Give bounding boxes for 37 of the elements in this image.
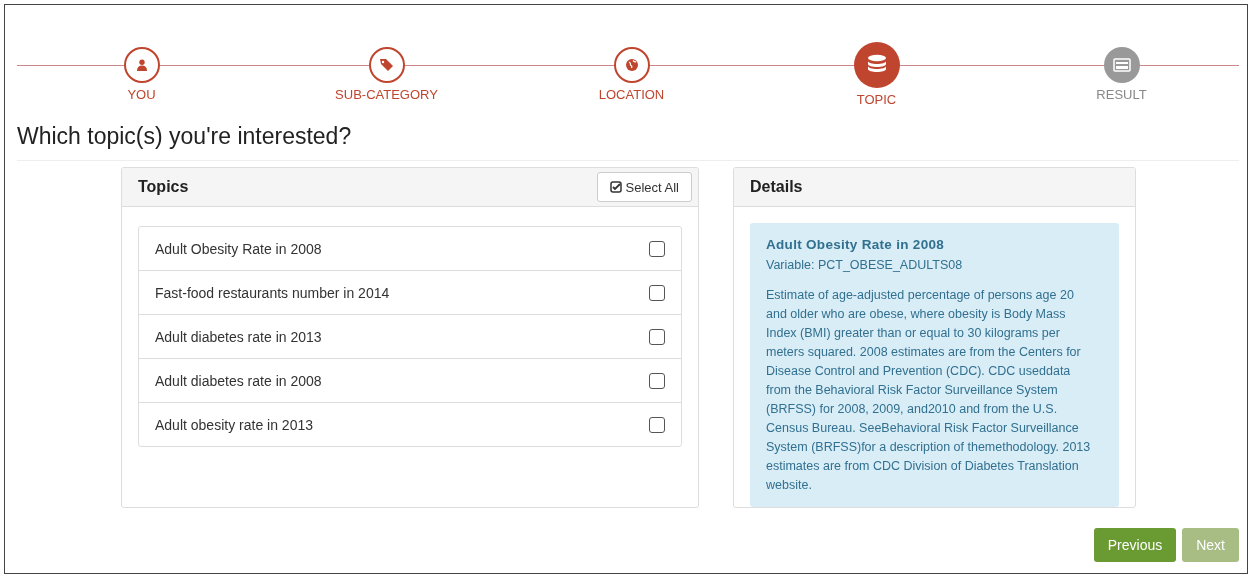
step-circle[interactable]: [613, 47, 650, 83]
topic-row[interactable]: Adult obesity rate in 2013: [139, 402, 681, 446]
user-icon: [135, 59, 148, 71]
step-label: TOPIC: [856, 92, 897, 107]
tag-icon: [378, 58, 395, 72]
checkbox[interactable]: [649, 416, 665, 433]
topic-name: Adult Obesity Rate in 2008: [766, 237, 946, 252]
checkbox[interactable]: [649, 284, 665, 301]
topic-description: Estimate of age-adjusted percentage of persons age 20 and older who are obese, where obesity is Body Mass Index (BMI) greater than or equal to 30 kilograms per meters squared. 2008 estimates are from the Centers for Disease Control and Prevention (CDC). CDC useddata from the Behavioral Risk Factor Surveillance System (BRFSS) for 2008, 2009, and2010 and from the U.S. Census Bureau. SeeBehavioral Risk Factor Surveillance System (BRFSS)for a description of themethodology. 2013 estimates are from CDC Division of Diabetes Translation website.: [766, 287, 1092, 494]
select-all-button[interactable]: Select All: [596, 172, 692, 202]
step-circle[interactable]: [853, 42, 900, 88]
step-label: SUB-CATEGORY: [335, 87, 438, 102]
step-label: RESULT: [1096, 87, 1147, 102]
topic-row[interactable]: Adult diabetes rate in 2013: [139, 314, 681, 358]
checkbox[interactable]: [649, 328, 665, 345]
step-label: YOU: [127, 87, 156, 102]
panel-title: Details: [750, 178, 803, 196]
topic-label: Adult Obesity Rate in 2008: [155, 240, 322, 257]
card-icon: [1112, 58, 1131, 72]
topic-label: Adult diabetes rate in 2013: [155, 328, 322, 345]
topic-row[interactable]: Adult Obesity Rate in 2008: [139, 227, 681, 270]
topic-row[interactable]: Fast-food restaurants number in 2014: [139, 270, 681, 314]
topic-row[interactable]: Adult diabetes rate in 2008: [139, 358, 681, 402]
globe-icon: [625, 59, 638, 71]
checkbox[interactable]: [649, 240, 665, 257]
step-circle[interactable]: [123, 47, 160, 83]
topic-label: Fast-food restaurants number in 2014: [155, 284, 390, 301]
page-heading: Which topic(s) you're interested?: [17, 123, 353, 150]
variable-name: Variable: PCT_OBESE_ADULTS08: [766, 258, 964, 272]
checkbox-icon: [609, 181, 622, 193]
checkbox[interactable]: [649, 372, 665, 389]
step-label: LOCATION: [598, 87, 665, 102]
step-circle[interactable]: [368, 47, 405, 83]
step-circle[interactable]: [1103, 47, 1140, 83]
topic-label: Adult diabetes rate in 2008: [155, 372, 322, 389]
topic-label: Adult obesity rate in 2013: [155, 416, 313, 433]
panel-title: Topics: [138, 178, 189, 196]
